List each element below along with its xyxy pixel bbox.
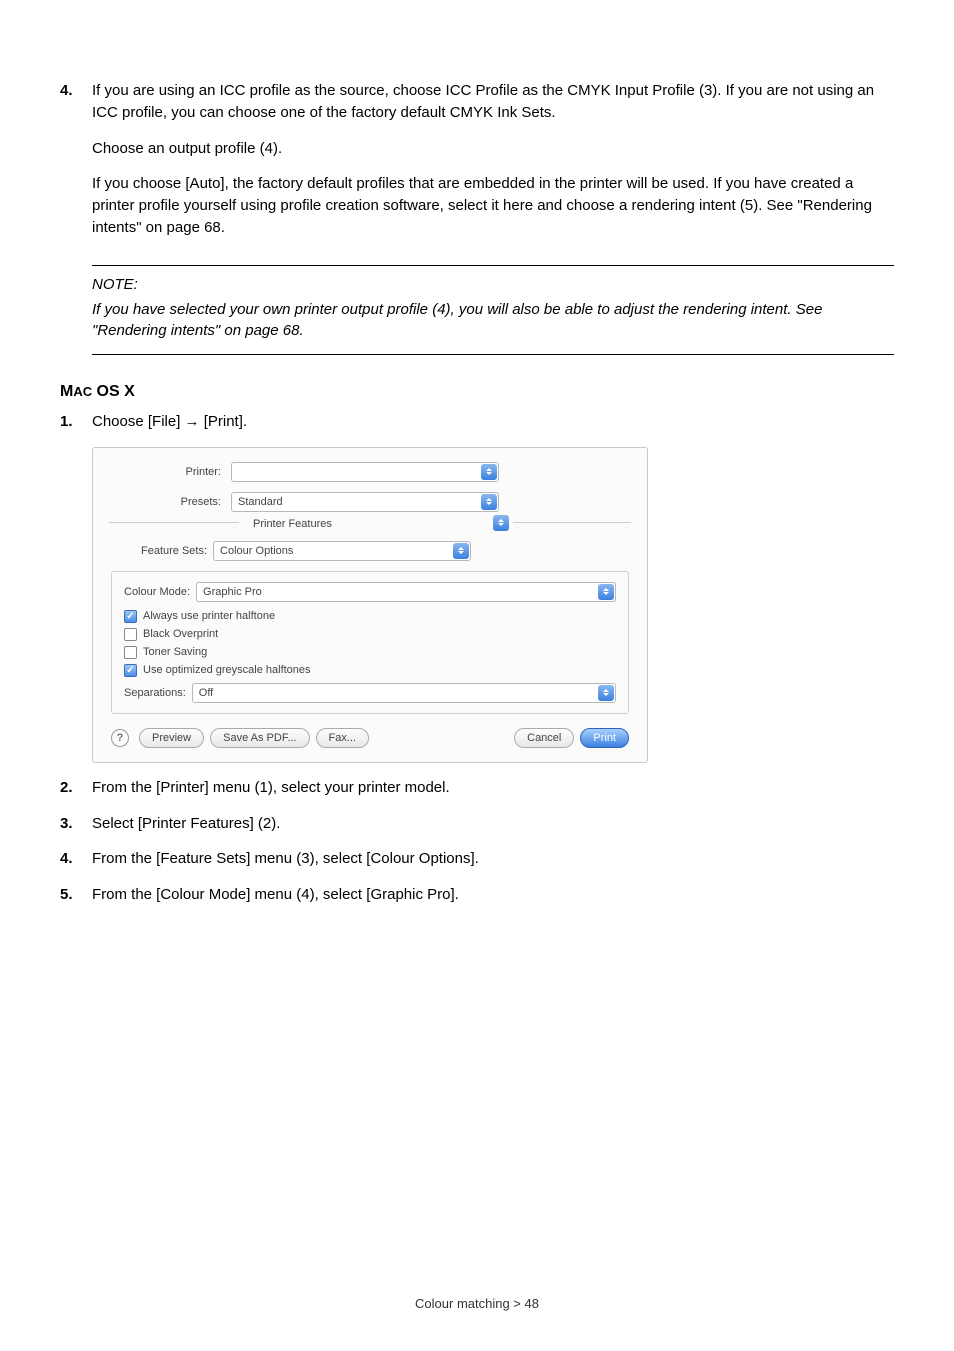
step-number: 3. [60,813,92,835]
colour-mode-row: Colour Mode: Graphic Pro [124,582,616,602]
save-as-pdf-button[interactable]: Save As PDF... [210,728,309,748]
step-text: If you are using an ICC profile as the s… [92,80,894,124]
feature-sets-row: Feature Sets: Colour Options [141,541,629,561]
feature-sets-select[interactable]: Colour Options [213,541,471,561]
checkbox-toner-saving-row[interactable]: Toner Saving [124,646,616,659]
presets-select[interactable]: Standard [231,492,499,512]
page-footer: Colour matching > 48 [0,1296,954,1311]
note-label: NOTE: [92,276,894,293]
step-text: Choose [File] → [Print]. [92,411,894,433]
step-number: 2. [60,777,92,799]
step4-after2: If you choose [Auto], the factory defaul… [92,173,894,238]
step-text: From the [Colour Mode] menu (4), select … [92,884,894,906]
step-number: 4. [60,80,92,124]
presets-row: Presets: Standard [111,492,629,512]
colour-mode-select[interactable]: Graphic Pro [196,582,616,602]
subheading-mac-os-x: MAC OS X [60,383,894,401]
chevron-updown-icon [493,515,509,531]
colour-mode-label: Colour Mode: [124,586,196,598]
presets-label: Presets: [111,496,231,508]
step-5: 5. From the [Colour Mode] menu (4), sele… [60,884,894,906]
chevron-updown-icon [453,543,469,559]
checkbox-icon [124,628,137,641]
step-4: 4. From the [Feature Sets] menu (3), sel… [60,848,894,870]
chevron-updown-icon [481,494,497,510]
separations-label: Separations: [124,687,192,699]
printer-select[interactable] [231,462,499,482]
step-3: 3. Select [Printer Features] (2). [60,813,894,835]
chevron-updown-icon [598,584,614,600]
step-number: 4. [60,848,92,870]
step-text: From the [Printer] menu (1), select your… [92,777,894,799]
note-body: If you have selected your own printer ou… [92,299,894,343]
step-1: 1. Choose [File] → [Print]. [60,411,894,433]
chevron-updown-icon [598,685,614,701]
print-dialog-screenshot: Printer: Presets: Standard Printer Fea [92,447,648,763]
separations-select[interactable]: Off [192,683,616,703]
dialog-button-row: ? Preview Save As PDF... Fax... Cancel P… [111,728,629,748]
step-4-top: 4. If you are using an ICC profile as th… [60,80,894,124]
chevron-updown-icon [481,464,497,480]
step-2: 2. From the [Printer] menu (1), select y… [60,777,894,799]
fieldset-divider: Printer Features [109,522,631,523]
checkbox-icon [124,610,137,623]
feature-sets-label: Feature Sets: [141,545,213,557]
checkbox-icon [124,664,137,677]
help-icon[interactable]: ? [111,729,129,747]
print-button[interactable]: Print [580,728,629,748]
note-box: NOTE: If you have selected your own prin… [92,265,894,356]
printer-label: Printer: [111,466,231,478]
checkbox-black-overprint-row[interactable]: Black Overprint [124,628,616,641]
step4-after1: Choose an output profile (4). [92,138,894,160]
printer-row: Printer: [111,462,629,482]
checkbox-icon [124,646,137,659]
step-text: From the [Feature Sets] menu (3), select… [92,848,894,870]
separations-row: Separations: Off [124,683,616,703]
checkbox-halftone-row[interactable]: Always use printer halftone [124,610,616,623]
cancel-button[interactable]: Cancel [514,728,574,748]
colour-options-group: Colour Mode: Graphic Pro Always use prin… [111,571,629,714]
step-number: 1. [60,411,92,433]
preview-button[interactable]: Preview [139,728,204,748]
step-number: 5. [60,884,92,906]
step-text: Select [Printer Features] (2). [92,813,894,835]
section-select[interactable]: Printer Features [247,514,505,534]
fax-button[interactable]: Fax... [316,728,370,748]
checkbox-greyscale-row[interactable]: Use optimized greyscale halftones [124,664,616,677]
